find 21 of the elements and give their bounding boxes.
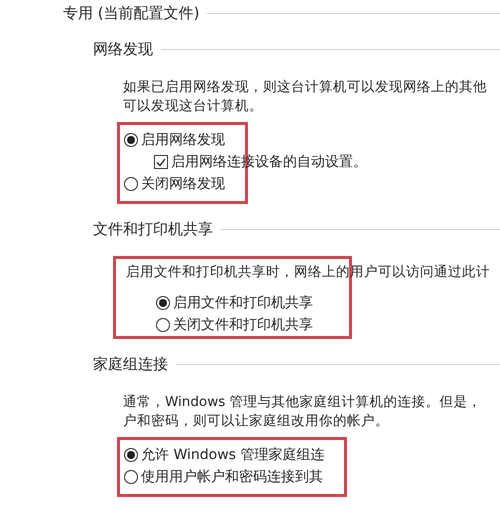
radio-button[interactable] [124, 470, 138, 484]
section-title: 文件和打印机共享 [93, 220, 213, 238]
radio-button[interactable] [156, 318, 170, 332]
option-label: 关闭网络发现 [141, 175, 225, 193]
radio-button[interactable] [124, 133, 138, 147]
option-label: 启用网络发现 [141, 131, 225, 149]
section-title: 家庭组连接 [93, 354, 168, 374]
section-title: 网络发现 [93, 40, 153, 58]
profile-title: 专用 (当前配置文件) [63, 4, 200, 22]
description-text: 可以发现这台计算机。 [123, 97, 263, 116]
checkbox[interactable] [154, 155, 168, 169]
radio-button[interactable] [124, 177, 138, 191]
option-label: 关闭文件和打印机共享 [173, 316, 313, 334]
description-text: 户和密码，则可以让家庭组改用你的帐户。 [123, 412, 389, 431]
radio-button[interactable] [156, 296, 170, 310]
option-label: 使用用户帐户和密码连接到其 [141, 468, 323, 486]
description-text: 通常，Windows 管理与其他家庭组计算机的连接。但是， [123, 393, 482, 412]
option-label: 启用文件和打印机共享 [173, 294, 313, 312]
radio-button[interactable] [124, 448, 138, 462]
option-label: 允许 Windows 管理家庭组连 [141, 446, 324, 464]
description-text: 如果已启用网络发现，则这台计算机可以发现网络上的其他 [123, 78, 487, 97]
